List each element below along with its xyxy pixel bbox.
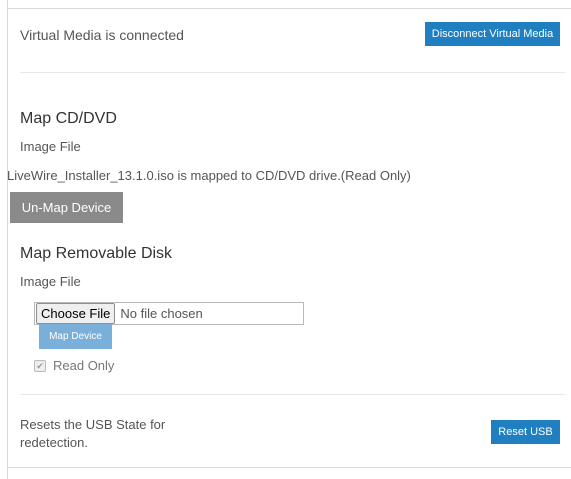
image-file-input[interactable]: Choose File No file chosen xyxy=(34,302,304,325)
disconnect-virtual-media-button[interactable]: Disconnect Virtual Media xyxy=(425,22,560,46)
disk-image-file-label: Image File xyxy=(20,274,81,289)
read-only-checkbox[interactable]: ✔ xyxy=(34,359,46,372)
removable-disk-section-title: Map Removable Disk xyxy=(20,245,173,262)
divider xyxy=(20,394,565,395)
top-border xyxy=(7,8,571,9)
reset-usb-button[interactable]: Reset USB xyxy=(491,420,560,444)
no-file-chosen-text: No file chosen xyxy=(120,306,203,321)
connection-status: Virtual Media is connected xyxy=(20,27,184,43)
choose-file-button[interactable]: Choose File xyxy=(36,303,116,324)
cd-mapped-status: LiveWire_Installer_13.1.0.iso is mapped … xyxy=(7,168,411,183)
divider xyxy=(20,72,565,73)
reset-usb-description: Resets the USB State for redetection. xyxy=(20,417,166,450)
map-device-button[interactable]: Map Device xyxy=(39,324,112,349)
left-border xyxy=(7,0,8,479)
unmap-device-button[interactable]: Un-Map Device xyxy=(10,192,123,223)
read-only-label: Read Only xyxy=(53,358,115,373)
cd-image-file-label: Image File xyxy=(20,139,81,154)
bottom-border xyxy=(7,467,571,468)
cd-dvd-section-title: Map CD/DVD xyxy=(20,110,117,127)
read-only-option[interactable]: ✔ Read Only xyxy=(34,358,114,373)
